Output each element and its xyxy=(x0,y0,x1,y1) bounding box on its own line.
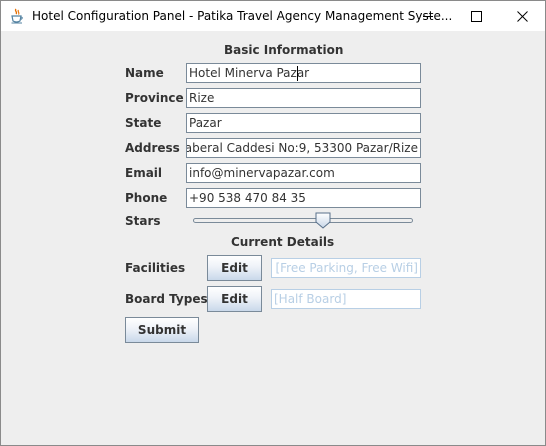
edit-facilities-button[interactable]: Edit xyxy=(207,255,262,281)
close-button[interactable] xyxy=(499,1,545,31)
hotel-config-window: Hotel Configuration Panel - Patika Trave… xyxy=(0,0,546,446)
board-types-value: [Half Board] xyxy=(274,292,347,306)
state-value: Pazar xyxy=(189,116,222,130)
edit-board-types-button[interactable]: Edit xyxy=(207,286,262,312)
facilities-field: [Free Parking, Free Wifi] xyxy=(271,258,421,278)
province-value: Rize xyxy=(189,91,215,105)
title-bar[interactable]: Hotel Configuration Panel - Patika Trave… xyxy=(1,1,545,31)
facilities-label: Facilities xyxy=(125,261,186,275)
name-value: Hotel Minerva Pazar xyxy=(189,66,310,80)
minimize-button[interactable] xyxy=(405,1,451,31)
email-field[interactable]: info@minervapazar.com xyxy=(186,163,421,183)
stars-slider[interactable] xyxy=(193,218,413,223)
submit-button[interactable]: Submit xyxy=(125,317,199,343)
basic-info-header: Basic Information xyxy=(224,43,344,57)
state-field[interactable]: Pazar xyxy=(186,113,421,133)
text-caret xyxy=(297,66,298,81)
email-label: Email xyxy=(125,166,163,180)
minimize-icon xyxy=(423,11,433,21)
maximize-button[interactable] xyxy=(453,1,499,31)
name-label: Name xyxy=(125,66,164,80)
stars-label: Stars xyxy=(125,214,161,228)
name-field[interactable]: Hotel Minerva Pazar xyxy=(186,63,421,83)
address-value: Ortaköy, Mehmet Haberal Caddesi No:9, 53… xyxy=(186,141,418,155)
board-types-label: Board Types xyxy=(125,292,208,306)
email-value: info@minervapazar.com xyxy=(189,166,335,180)
phone-label: Phone xyxy=(125,191,168,205)
phone-field[interactable]: +90 538 470 84 35 xyxy=(186,188,421,208)
province-field[interactable]: Rize xyxy=(186,88,421,108)
province-label: Province xyxy=(125,91,184,105)
stars-slider-thumb[interactable] xyxy=(315,212,331,229)
state-label: State xyxy=(125,116,162,130)
facilities-value: [Free Parking, Free Wifi] xyxy=(275,261,418,275)
current-details-header: Current Details xyxy=(231,235,335,249)
address-field[interactable]: Ortaköy, Mehmet Haberal Caddesi No:9, 53… xyxy=(186,138,421,158)
phone-value: +90 538 470 84 35 xyxy=(189,191,306,205)
address-label: Address xyxy=(125,141,180,155)
board-types-field: [Half Board] xyxy=(271,289,421,309)
maximize-icon xyxy=(470,10,482,22)
java-cup-icon xyxy=(10,8,24,24)
window-title: Hotel Configuration Panel - Patika Trave… xyxy=(32,9,453,23)
close-icon xyxy=(516,10,528,22)
content-panel: Basic Information Name Hotel Minerva Paz… xyxy=(1,31,545,445)
